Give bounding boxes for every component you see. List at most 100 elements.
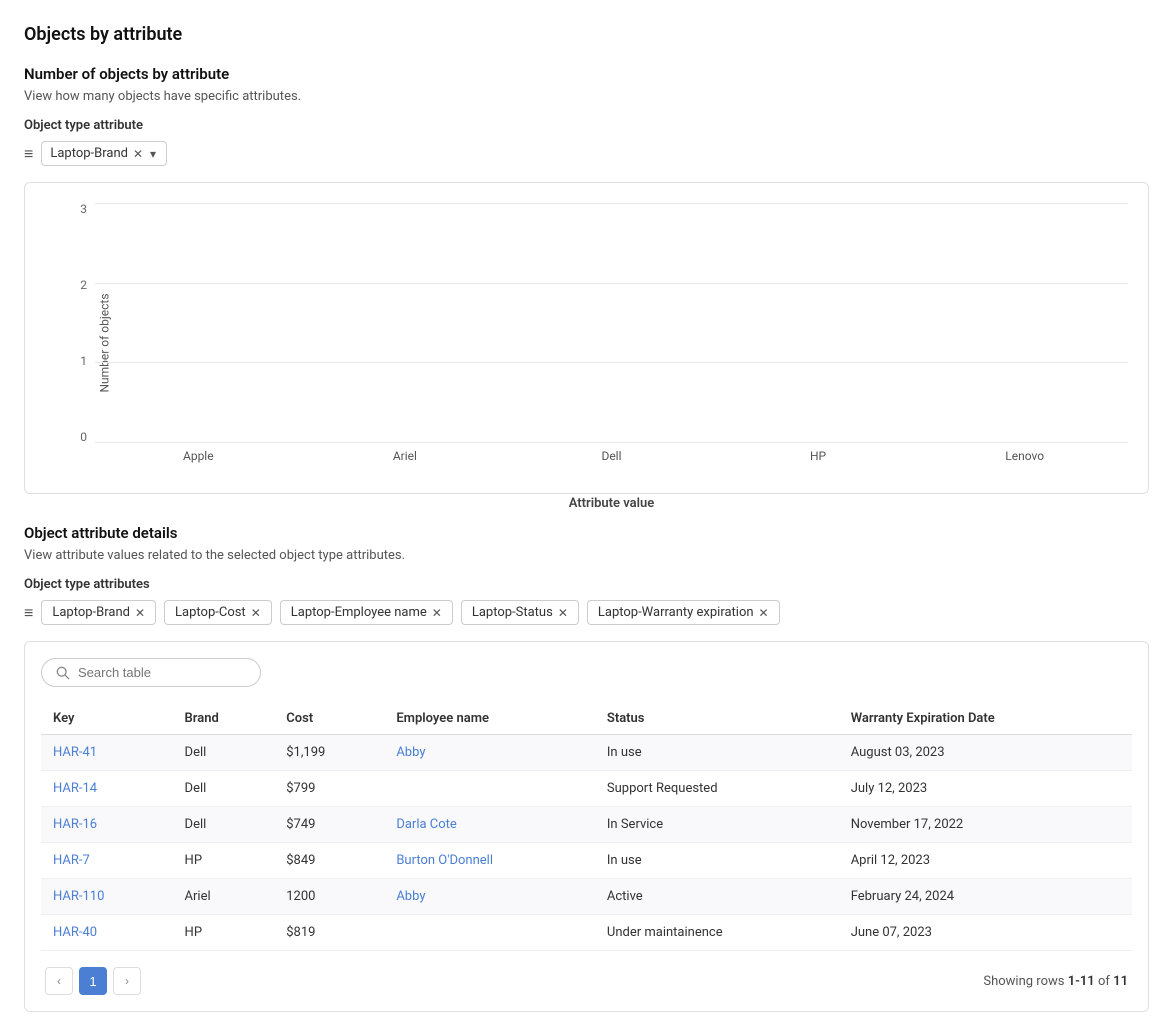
row-employee-har110[interactable]: Abby (396, 889, 425, 904)
details-section-title: Object attribute details (24, 524, 1149, 542)
row-cost-har14: $799 (274, 771, 384, 807)
y-axis: 3 2 1 0 (45, 203, 95, 443)
search-input[interactable] (78, 665, 246, 680)
row-status-har16: In Service (595, 807, 839, 843)
row-status-har110: Active (595, 879, 839, 915)
filter-tag-warranty-label: Laptop-Warranty expiration (598, 605, 754, 620)
filter-tag-cost-remove[interactable]: ✕ (251, 607, 261, 619)
table-row: HAR-41 Dell $1,199 Abby In use August 03… (41, 735, 1132, 771)
row-cost-har7: $849 (274, 843, 384, 879)
row-employee-har41[interactable]: Abby (396, 745, 425, 760)
chart-section: Number of objects by attribute View how … (24, 65, 1149, 494)
data-table: Key Brand Cost Employee name Status Warr… (41, 703, 1132, 951)
row-employee-har16[interactable]: Darla Cote (396, 817, 457, 832)
row-cost-har16: $749 (274, 807, 384, 843)
table-row: HAR-14 Dell $799 Support Requested July … (41, 771, 1132, 807)
pagination-total: 11 (1113, 974, 1128, 989)
details-filter-icon: ≡ (24, 603, 33, 623)
row-warranty-har14: July 12, 2023 (839, 771, 1132, 807)
pagination-controls: ‹ 1 › (45, 967, 141, 995)
row-brand-har41: Dell (173, 735, 275, 771)
page-title: Objects by attribute (24, 24, 1149, 45)
row-employee-har14 (384, 771, 595, 807)
row-brand-har14: Dell (173, 771, 275, 807)
next-page-button[interactable]: › (113, 967, 141, 995)
x-label-hp: HP (715, 449, 922, 463)
x-label-ariel: Ariel (302, 449, 509, 463)
row-status-har40: Under maintainence (595, 915, 839, 951)
chart-filter-remove[interactable]: ✕ (133, 147, 143, 161)
row-key-har16[interactable]: HAR-16 (53, 817, 97, 832)
col-warranty: Warranty Expiration Date (839, 703, 1132, 735)
y-label-0: 0 (80, 431, 87, 443)
filter-tag-brand-label: Laptop-Brand (52, 605, 130, 620)
row-key-har41[interactable]: HAR-41 (53, 745, 97, 760)
filter-tag-employee[interactable]: Laptop-Employee name ✕ (280, 600, 453, 625)
chart-filter-arrow[interactable]: ▾ (150, 147, 156, 161)
pagination: ‹ 1 › Showing rows 1-11 of 11 (41, 967, 1132, 995)
row-status-har41: In use (595, 735, 839, 771)
row-warranty-har16: November 17, 2022 (839, 807, 1132, 843)
row-employee-har7[interactable]: Burton O'Donnell (396, 853, 493, 868)
filter-tag-warranty-remove[interactable]: ✕ (759, 607, 769, 619)
filter-tag-brand-remove[interactable]: ✕ (135, 607, 145, 619)
filter-tag-brand[interactable]: Laptop-Brand ✕ (41, 600, 156, 625)
col-employee: Employee name (384, 703, 595, 735)
filter-tag-warranty[interactable]: Laptop-Warranty expiration ✕ (587, 600, 780, 625)
details-section-desc: View attribute values related to the sel… (24, 548, 1149, 563)
row-key-har110[interactable]: HAR-110 (53, 889, 104, 904)
row-warranty-har40: June 07, 2023 (839, 915, 1132, 951)
pagination-range: 1-11 (1068, 974, 1095, 989)
prev-page-button[interactable]: ‹ (45, 967, 73, 995)
row-cost-har40: $819 (274, 915, 384, 951)
chart-section-desc: View how many objects have specific attr… (24, 89, 1149, 104)
x-axis-labels: Apple Ariel Dell HP Lenovo (95, 443, 1128, 483)
y-label-3: 3 (80, 203, 87, 215)
table-row: HAR-7 HP $849 Burton O'Donnell In use Ap… (41, 843, 1132, 879)
table-row: HAR-110 Ariel 1200 Abby Active February … (41, 879, 1132, 915)
x-axis-title: Attribute value (95, 496, 1128, 511)
search-icon (56, 666, 70, 680)
filter-tag-status-remove[interactable]: ✕ (558, 607, 568, 619)
table-wrapper: Key Brand Cost Employee name Status Warr… (24, 641, 1149, 1012)
x-label-apple: Apple (95, 449, 302, 463)
filter-tag-cost-label: Laptop-Cost (175, 605, 246, 620)
chart-attribute-label: Object type attribute (24, 118, 1149, 133)
chart-bars (95, 163, 1173, 443)
table-row: HAR-16 Dell $749 Darla Cote In Service N… (41, 807, 1132, 843)
row-warranty-har41: August 03, 2023 (839, 735, 1132, 771)
row-warranty-har110: February 24, 2024 (839, 879, 1132, 915)
x-label-lenovo: Lenovo (921, 449, 1128, 463)
y-label-2: 2 (80, 279, 87, 291)
col-key: Key (41, 703, 173, 735)
col-brand: Brand (173, 703, 275, 735)
filter-tag-status-label: Laptop-Status (472, 605, 553, 620)
details-attribute-label: Object type attributes (24, 577, 1149, 592)
row-warranty-har7: April 12, 2023 (839, 843, 1132, 879)
row-status-har14: Support Requested (595, 771, 839, 807)
row-key-har14[interactable]: HAR-14 (53, 781, 97, 796)
details-filter-bar: ≡ Laptop-Brand ✕ Laptop-Cost ✕ Laptop-Em… (24, 600, 1149, 625)
row-key-har40[interactable]: HAR-40 (53, 925, 97, 940)
details-section: Object attribute details View attribute … (24, 524, 1149, 1012)
row-status-har7: In use (595, 843, 839, 879)
chart-filter-icon: ≡ (24, 144, 33, 164)
filter-tag-status[interactable]: Laptop-Status ✕ (461, 600, 579, 625)
x-label-dell: Dell (508, 449, 715, 463)
col-cost: Cost (274, 703, 384, 735)
row-brand-har40: HP (173, 915, 275, 951)
search-box[interactable] (41, 658, 261, 687)
page-1-button[interactable]: 1 (79, 967, 107, 995)
pagination-info: Showing rows 1-11 of 11 (983, 974, 1128, 989)
row-key-har7[interactable]: HAR-7 (53, 853, 90, 868)
filter-tag-employee-label: Laptop-Employee name (291, 605, 427, 620)
table-body: HAR-41 Dell $1,199 Abby In use August 03… (41, 735, 1132, 951)
filter-tag-cost[interactable]: Laptop-Cost ✕ (164, 600, 272, 625)
chart-filter-tag-label: Laptop-Brand (50, 146, 128, 161)
chart-container: Number of objects 3 2 1 0 (24, 182, 1149, 494)
y-label-1: 1 (80, 355, 87, 367)
table-row: HAR-40 HP $819 Under maintainence June 0… (41, 915, 1132, 951)
row-brand-har110: Ariel (173, 879, 275, 915)
filter-tag-employee-remove[interactable]: ✕ (432, 607, 442, 619)
row-cost-har110: 1200 (274, 879, 384, 915)
